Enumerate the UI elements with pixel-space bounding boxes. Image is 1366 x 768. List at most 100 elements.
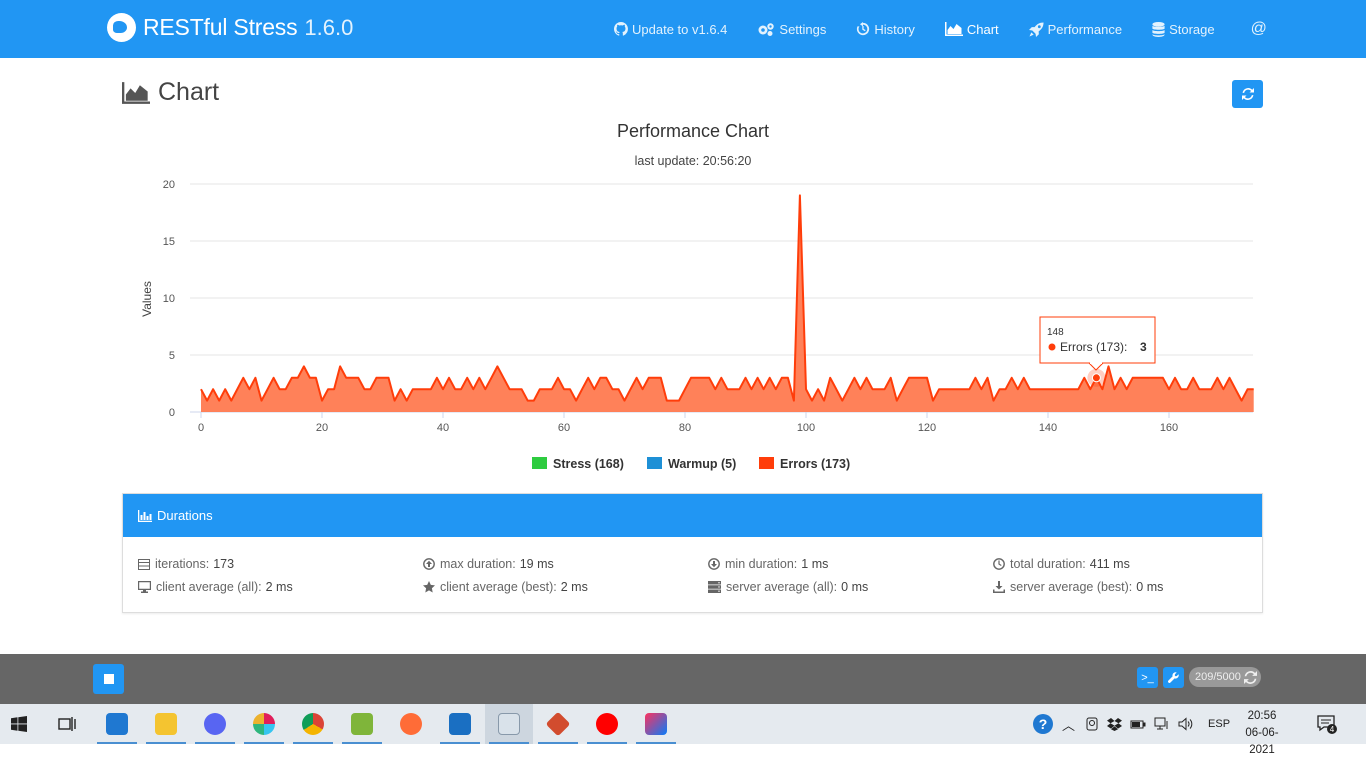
- taskbar-intellij[interactable]: [632, 704, 680, 744]
- durations-panel: Durations iterations: 173 max duration: 19…: [122, 493, 1263, 613]
- network-icon[interactable]: [1154, 717, 1170, 731]
- legend-item[interactable]: Warmup (5): [647, 457, 736, 471]
- git-icon: [545, 711, 571, 737]
- dropbox-icon[interactable]: [1107, 717, 1123, 731]
- list-icon: [138, 558, 150, 570]
- terminal-icon: >_: [1141, 671, 1154, 684]
- taskbar-youtube-music[interactable]: [583, 704, 631, 744]
- stat-max-duration: max duration: 19 ms: [423, 557, 554, 571]
- postman-icon: [400, 713, 422, 735]
- notification-icon: 4: [1317, 715, 1337, 734]
- wrench-icon: [1168, 672, 1179, 683]
- stop-button[interactable]: [93, 664, 124, 694]
- refresh-icon[interactable]: [1243, 670, 1257, 684]
- stat-total-duration: total duration: 411 ms: [993, 557, 1130, 571]
- x-tick-label: 0: [198, 422, 204, 434]
- x-tick-label: 80: [679, 422, 691, 434]
- notifications-button[interactable]: 4: [1317, 714, 1337, 734]
- x-tick-label: 140: [1039, 422, 1057, 434]
- cloud-chart-icon: [498, 713, 520, 735]
- slack-icon: [253, 713, 275, 735]
- stat-iterations: iterations: 173: [138, 557, 234, 571]
- taskbar-postman[interactable]: [387, 704, 435, 744]
- x-tick-label: 20: [316, 422, 328, 434]
- svg-text:?: ?: [1039, 716, 1048, 732]
- arrow-circle-up-icon: [423, 558, 435, 570]
- taskbar-slack[interactable]: [240, 704, 288, 744]
- desktop-icon: [138, 581, 151, 593]
- iteration-counter: 209/5000: [1189, 667, 1261, 687]
- taskbar-mail[interactable]: [93, 704, 141, 744]
- stat-client-average-best: client average (best): 2 ms: [423, 580, 588, 594]
- language-indicator[interactable]: ESP: [1208, 718, 1230, 730]
- taskbar-restful-stress[interactable]: [485, 704, 533, 744]
- stat-server-average-all: server average (all): 0 ms: [708, 580, 868, 594]
- mail-icon: [106, 713, 128, 735]
- legend-label: Errors (173): [780, 457, 850, 471]
- chevron-up-icon[interactable]: ︿: [1062, 715, 1075, 734]
- durations-stats: iterations: 173 max duration: 19 ms min du…: [123, 537, 1262, 613]
- volume-icon[interactable]: [1178, 717, 1193, 731]
- legend-swatch: [647, 457, 662, 469]
- taskbar-sql-tool[interactable]: [338, 704, 386, 744]
- footer-bar: >_ 209/5000: [0, 654, 1366, 704]
- hover-marker: [1091, 373, 1101, 383]
- y-tick-label: 0: [169, 407, 175, 419]
- legend-item[interactable]: Errors (173): [759, 457, 850, 471]
- tooltip-series-marker: [1048, 343, 1056, 351]
- notification-count: 4: [1330, 725, 1335, 734]
- x-tick-label: 160: [1160, 422, 1178, 434]
- legend-swatch: [759, 457, 774, 469]
- legend-label: Stress (168): [553, 457, 624, 471]
- system-tray: ? ︿ ESP: [1032, 704, 1230, 744]
- start-button[interactable]: [0, 704, 38, 744]
- durations-header: Durations: [123, 494, 1262, 537]
- clock-icon: [993, 558, 1005, 570]
- server-icon: [708, 581, 721, 593]
- tooltip-x: 148: [1047, 327, 1064, 338]
- y-tick-label: 15: [163, 236, 175, 248]
- taskbar-git[interactable]: [534, 704, 582, 744]
- taskbar-chrome[interactable]: [289, 704, 337, 744]
- tooltip-value: 3: [1140, 340, 1147, 354]
- performance-chart: 0 5 10 15 20 0 20 40 60 80 100 120 140 160 Values Str…: [140, 179, 1254, 471]
- stat-min-duration: min duration: 1 ms: [708, 557, 828, 571]
- task-view-button[interactable]: [43, 704, 91, 744]
- download-icon: [993, 581, 1005, 593]
- x-tick-label: 40: [437, 422, 449, 434]
- tools-button[interactable]: [1163, 667, 1184, 688]
- help-icon[interactable]: ?: [1032, 713, 1054, 735]
- system-clock[interactable]: 20:56 06-06-2021: [1236, 708, 1288, 759]
- youtube-music-icon: [596, 713, 618, 735]
- intellij-icon: [645, 713, 667, 735]
- legend-swatch: [532, 457, 547, 469]
- bar-chart-icon: [138, 509, 152, 522]
- legend-label: Warmup (5): [668, 457, 736, 471]
- video-icon: [449, 713, 471, 735]
- camera-icon[interactable]: [1085, 717, 1099, 731]
- clock-time: 20:56: [1247, 710, 1277, 722]
- tooltip-series-name: Errors (173):: [1060, 340, 1127, 354]
- taskbar-explorer[interactable]: [142, 704, 190, 744]
- x-tick-label: 120: [918, 422, 936, 434]
- y-axis-label: Values: [140, 281, 154, 317]
- x-tick-label: 60: [558, 422, 570, 434]
- durations-title: Durations: [157, 508, 213, 523]
- windows-logo-icon: [11, 716, 27, 732]
- legend-item[interactable]: Stress (168): [532, 457, 624, 471]
- stop-icon: [103, 674, 114, 684]
- terminal-button[interactable]: >_: [1137, 667, 1158, 688]
- task-view-icon: [58, 717, 76, 731]
- stat-server-average-best: server average (best): 0 ms: [993, 580, 1163, 594]
- stat-client-average-all: client average (all): 2 ms: [138, 580, 293, 594]
- x-tick-label: 100: [797, 422, 815, 434]
- folder-icon: [155, 713, 177, 735]
- y-tick-label: 5: [169, 350, 175, 362]
- battery-icon[interactable]: [1130, 718, 1146, 730]
- chart-tooltip: 148 Errors (173): 3: [1039, 316, 1156, 371]
- taskbar-discord[interactable]: [191, 704, 239, 744]
- arrow-circle-down-icon: [708, 558, 720, 570]
- taskbar-media[interactable]: [436, 704, 484, 744]
- discord-icon: [204, 713, 226, 735]
- y-tick-label: 10: [163, 293, 175, 305]
